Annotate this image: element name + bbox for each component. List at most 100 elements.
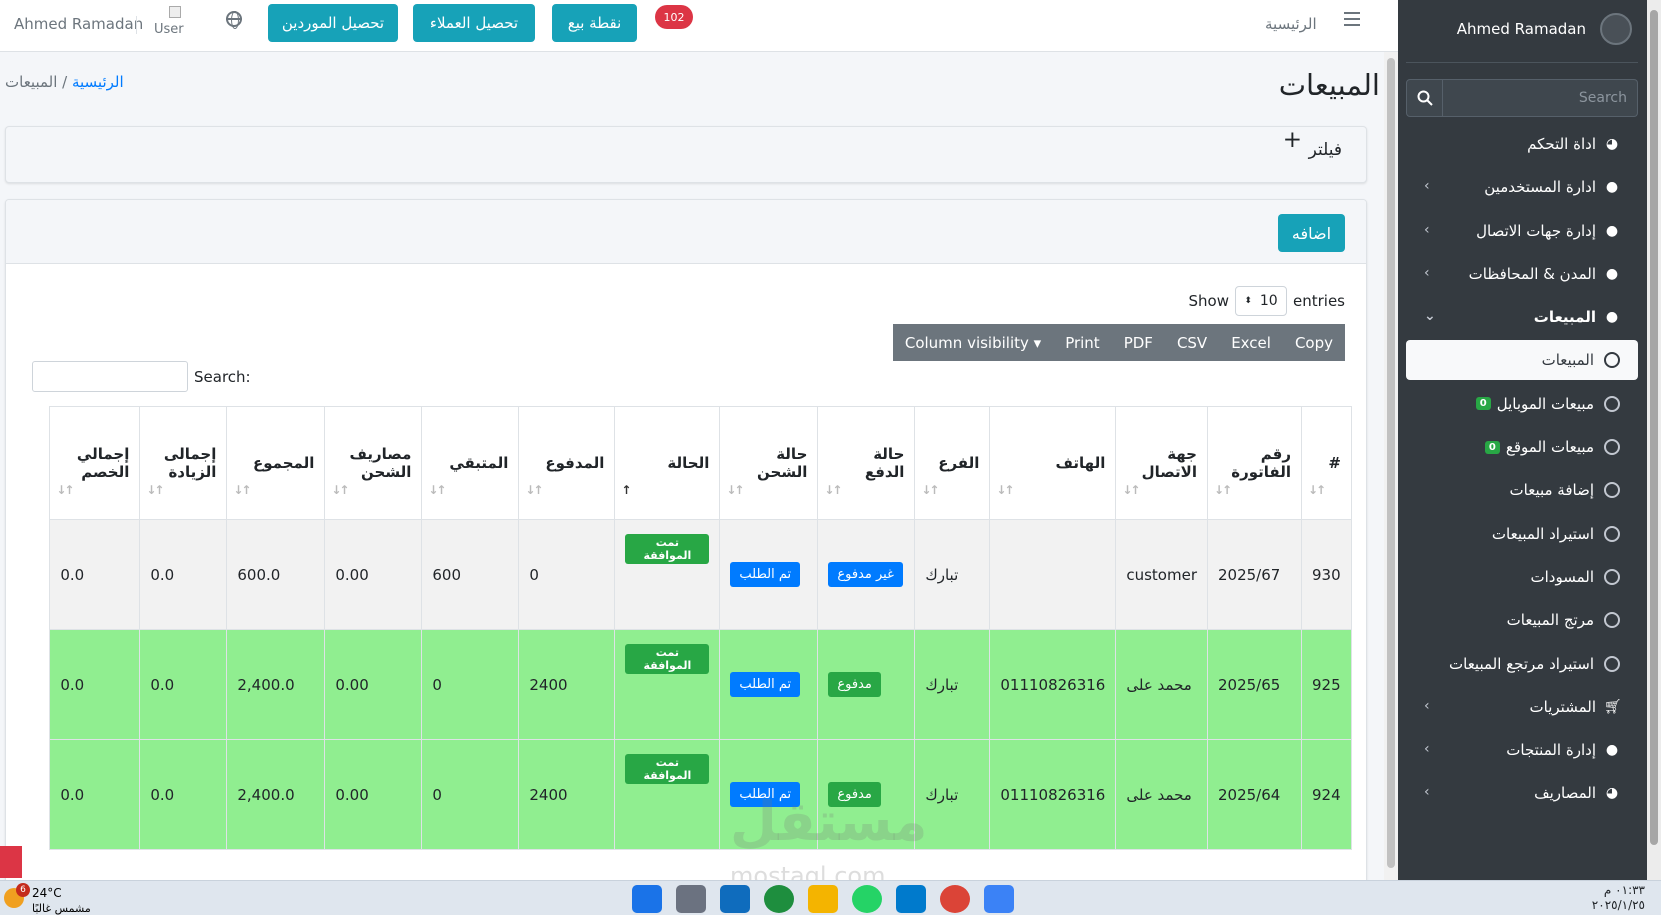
col-header-increase[interactable]: إجمالى الزيادة ↑↓ [139, 406, 228, 520]
filter-card[interactable]: + فيلتر [5, 126, 1367, 183]
topbar-user-name[interactable]: Ahmed Ramadan [14, 15, 143, 33]
export-buttons: Copy Excel CSV PDF Print Column visibili… [892, 324, 1345, 361]
hamburger-menu-icon[interactable] [1344, 12, 1360, 30]
search-button[interactable] [1406, 79, 1443, 117]
dashboard-icon: ◕ [1605, 785, 1619, 802]
sidebar-item-cities[interactable]: ‹ المدن & المحافظات ● [1406, 254, 1638, 294]
sidebar-item-add-sale[interactable]: إضافة مبيعات [1406, 470, 1638, 510]
col-header-status[interactable]: الحالة ↑ [614, 406, 721, 520]
sidebar-search-input[interactable] [1443, 79, 1638, 117]
col-header-paid[interactable]: المدفوع ↑↓ [518, 406, 616, 520]
col-header-id[interactable]: # ↑↓ [1301, 406, 1352, 520]
search-icon [1417, 90, 1433, 106]
system-clock[interactable]: ٠١:٣٣ م ٢٠٢٥/١/٢٥ [1592, 883, 1645, 913]
avatar[interactable] [1600, 13, 1632, 45]
collect-suppliers-button[interactable]: تحصيل الموردين [268, 4, 398, 42]
table-row[interactable]: 930 2025/67 customer تبارك غير مدفوع تم … [49, 519, 1352, 630]
sidebar-item-website-sales[interactable]: 0 مبيعات الموقع [1406, 427, 1638, 467]
copy-button[interactable]: Copy [1283, 324, 1345, 361]
sidebar-item-dashboard[interactable]: اداة التحكم ◕ [1406, 124, 1638, 164]
collect-customers-button[interactable]: تحصيل العملاء [413, 4, 535, 42]
shipping-status-badge[interactable]: تم الطلب [730, 562, 801, 587]
pos-button[interactable]: نقطة بيع [552, 4, 637, 42]
col-header-phone[interactable]: الهاتف ↑↓ [989, 406, 1117, 520]
divider [1406, 62, 1638, 63]
col-header-invoice[interactable]: رقم الفاتورة ↑↓ [1207, 406, 1302, 520]
whatsapp-icon[interactable] [852, 885, 882, 913]
chrome-icon[interactable] [940, 885, 970, 913]
scrollbar-thumb[interactable] [1650, 10, 1658, 845]
user-avatar-broken-image[interactable]: User [151, 6, 191, 46]
store-icon[interactable] [720, 885, 750, 913]
notification-badge[interactable]: 102 [655, 5, 693, 29]
page-title: المبيعات [1278, 68, 1380, 102]
table-wrapper[interactable]: # ↑↓ رقم الفاتورة ↑↓ جهة الاتصال ↑↓ الهاتف ↑… [26, 406, 1352, 888]
sidebar-item-contacts[interactable]: ‹ إدارة جهات الاتصال ● [1406, 211, 1638, 251]
show-label: Show [1188, 292, 1229, 310]
weather-desc: مشمس غالبًا [32, 902, 91, 915]
globe-icon[interactable] [226, 11, 242, 29]
cell-shipping-cost: 0.00 [324, 739, 423, 850]
sidebar-item-import-returns[interactable]: استيراد مرتجع المبيعات [1406, 644, 1638, 684]
content-scrollbar[interactable] [1384, 52, 1398, 880]
file-explorer-icon[interactable] [808, 885, 838, 913]
sidebar-item-purchases[interactable]: ‹ المشتريات 🛒︎ [1406, 687, 1638, 727]
clock-date: ٢٠٢٥/١/٢٥ [1591, 898, 1645, 912]
task-view-icon[interactable] [676, 885, 706, 913]
shipping-status-badge[interactable]: تم الطلب [730, 672, 801, 697]
table-row[interactable]: 924 2025/64 محمد على 01110826316 تبارك م… [49, 739, 1352, 850]
table-row[interactable]: 925 2025/65 محمد على 01110826316 تبارك م… [49, 629, 1352, 740]
col-header-contact[interactable]: جهة الاتصال ↑↓ [1115, 406, 1208, 520]
table-search-input[interactable] [32, 361, 188, 392]
sidebar-user-name[interactable]: Ahmed Ramadan [1457, 20, 1586, 38]
col-header-discount[interactable]: إجمالي الخصم ↑↓ [49, 406, 141, 520]
payment-status-badge[interactable]: غير مدفوع [828, 562, 903, 587]
col-header-total[interactable]: المجموع ↑↓ [226, 406, 326, 520]
excel-button[interactable]: Excel [1219, 324, 1283, 361]
sidebar-item-users[interactable]: ‹ ادارة المستخدمين ● [1406, 167, 1638, 207]
windows-start-icon[interactable] [632, 885, 662, 913]
col-header-shipping-cost[interactable]: مصاريف الشحن ↑↓ [324, 406, 423, 520]
entries-select[interactable]: ⬍ 10 [1235, 286, 1287, 316]
cell-increase: 0.0 [139, 739, 228, 850]
breadcrumb-current: المبيعات [5, 73, 58, 91]
add-button[interactable]: اضافه [1278, 214, 1345, 252]
user-image-alt: User [154, 22, 184, 37]
clock-time: ٠١:٣٣ م [1603, 883, 1645, 897]
sidebar-item-import-sales[interactable]: استيراد المبيعات [1406, 514, 1638, 554]
pdf-button[interactable]: PDF [1112, 324, 1165, 361]
sidebar-item-sales-list[interactable]: المبيعات [1406, 340, 1638, 381]
circle-icon [1604, 655, 1620, 672]
breadcrumb-home[interactable]: الرئيسية [72, 73, 124, 91]
sidebar-scrollbar[interactable] [1647, 0, 1661, 880]
col-header-payment-status[interactable]: حالة الدفع ↑↓ [817, 406, 916, 520]
sidebar-item-products[interactable]: ‹ إدارة المنتجات ● [1406, 730, 1638, 770]
sidebar-user[interactable]: Ahmed Ramadan [1408, 8, 1632, 50]
topbar-home-link[interactable]: الرئيسية [1265, 15, 1317, 33]
col-header-branch[interactable]: الفرع ↑↓ [914, 406, 991, 520]
col-header-remaining[interactable]: المتبقي ↑↓ [421, 406, 520, 520]
cell-total: 600.0 [226, 519, 326, 630]
scrollbar-thumb[interactable] [1387, 58, 1395, 868]
photos-icon[interactable] [984, 885, 1014, 913]
sales-card: اضافه Show ⬍ 10 entries Copy Excel CSV PD… [5, 199, 1367, 889]
column-visibility-button[interactable]: Column visibility ▾ [893, 324, 1053, 361]
vscode-icon[interactable] [896, 885, 926, 913]
sidebar-item-mobile-sales[interactable]: 0 مبيعات الموبايل [1406, 384, 1638, 424]
cell-discount: 0.0 [49, 519, 141, 630]
csv-button[interactable]: CSV [1165, 324, 1219, 361]
broken-image-icon [169, 6, 181, 18]
print-button[interactable]: Print [1053, 324, 1112, 361]
payment-status-badge[interactable]: مدفوع [828, 672, 881, 697]
cell-id: 930 [1301, 519, 1352, 630]
sidebar-search [1406, 79, 1638, 117]
debug-bar-icon[interactable] [0, 846, 22, 878]
sidebar-item-sales-returns[interactable]: مرتج المبيعات [1406, 600, 1638, 640]
sidebar-item-sales[interactable]: ⌄ المبيعات ● [1406, 297, 1638, 337]
col-header-shipping-status[interactable]: حالة الشحن ↑↓ [719, 406, 819, 520]
edge-icon[interactable] [764, 885, 794, 913]
sidebar-item-drafts[interactable]: المسودات [1406, 557, 1638, 597]
sidebar-item-expenses[interactable]: ‹ المصاريف ◕ [1406, 773, 1638, 813]
filter-title[interactable]: فيلتر [1309, 140, 1342, 160]
expand-plus-icon[interactable]: + [1283, 127, 1302, 153]
